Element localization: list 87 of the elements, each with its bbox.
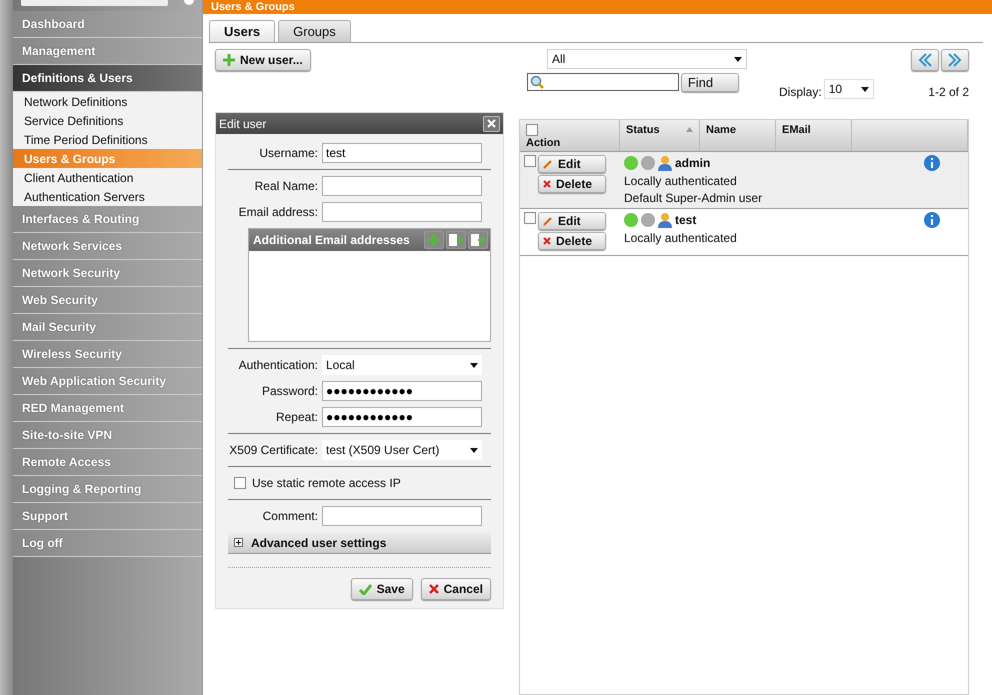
- user-icon: [658, 155, 672, 171]
- field-label: Repeat:: [274, 410, 319, 424]
- checkmark-icon: [358, 584, 372, 594]
- input-field[interactable]: [322, 176, 482, 196]
- tab[interactable]: Users: [209, 20, 276, 42]
- close-button[interactable]: [483, 116, 500, 132]
- field-label: Real Name:: [254, 179, 319, 193]
- column-label: Action: [526, 137, 560, 149]
- status-dot: [641, 156, 655, 170]
- input-field[interactable]: [322, 506, 482, 526]
- advanced-settings-bar[interactable]: Advanced user settings: [228, 532, 491, 554]
- search-field[interactable]: [21, 0, 168, 6]
- edit-button[interactable]: Edit: [538, 212, 606, 230]
- page-range: 1-2 of 2: [928, 85, 969, 99]
- info-icon[interactable]: [924, 155, 940, 171]
- checkbox-label: Use static remote access IP: [252, 476, 401, 490]
- plus-box-icon: [234, 538, 243, 547]
- input-field[interactable]: test: [322, 143, 482, 163]
- sidebar-section[interactable]: Definitions & Users: [13, 65, 202, 92]
- column-header[interactable]: Name: [700, 120, 776, 151]
- info-icon[interactable]: [924, 212, 940, 228]
- row-checkbox[interactable]: [524, 212, 536, 224]
- user-name: test: [675, 213, 696, 227]
- next-page-button[interactable]: [941, 49, 969, 71]
- user-icon: [658, 212, 672, 228]
- field-label: Authentication:: [238, 358, 319, 372]
- document-arrow-icon: [449, 234, 463, 246]
- cross-icon: [428, 584, 439, 594]
- export-button[interactable]: [468, 231, 488, 249]
- close-icon: [487, 119, 496, 128]
- caret-icon: [734, 56, 742, 62]
- tab[interactable]: Groups: [278, 20, 351, 42]
- pencil-icon: [543, 216, 553, 226]
- caret-icon: [470, 448, 478, 452]
- delete-button[interactable]: Delete: [538, 232, 606, 250]
- sort-arrow-icon: [686, 127, 693, 132]
- user-detail: Locally authenticated: [624, 231, 738, 245]
- pencil-icon: [543, 159, 553, 169]
- new-user-button[interactable]: New user...: [215, 49, 311, 71]
- input-field[interactable]: [322, 202, 482, 222]
- dropdown[interactable]: Local: [322, 355, 482, 375]
- import-button[interactable]: [446, 231, 466, 249]
- sidebar-item[interactable]: Client Authentication: [13, 168, 202, 187]
- search-field[interactable]: [527, 73, 679, 91]
- row-checkbox[interactable]: [524, 155, 536, 167]
- field-label: Comment:: [262, 509, 319, 523]
- sidebar-item[interactable]: Network Definitions: [13, 92, 202, 111]
- save-button[interactable]: Save: [350, 578, 413, 600]
- double-chevron-right-icon: [948, 53, 962, 67]
- field-label: Username:: [258, 146, 319, 160]
- user-name: admin: [675, 156, 710, 170]
- input-field[interactable]: ●●●●●●●●●●●●: [322, 407, 482, 427]
- display-dropdown[interactable]: 10: [824, 79, 874, 99]
- dropdown[interactable]: test (X509 User Cert): [322, 440, 482, 460]
- column-header[interactable]: EMail: [776, 120, 852, 151]
- field-label: X509 Certificate:: [228, 443, 319, 457]
- user-detail: Default Super-Admin user: [624, 191, 764, 205]
- double-chevron-left-icon: [918, 53, 932, 67]
- edit-button[interactable]: Edit: [538, 155, 606, 173]
- sidebar-item[interactable]: Time Period Definitions: [13, 130, 202, 149]
- field-label: Email address:: [238, 205, 319, 219]
- sidebar-item[interactable]: Authentication Servers: [13, 187, 202, 206]
- user-detail: Locally authenticated: [624, 174, 738, 188]
- field-label: Password:: [260, 384, 319, 398]
- list-title: Additional Email addresses: [253, 233, 410, 247]
- document-arrow-icon: [471, 234, 485, 246]
- caret-icon: [860, 86, 869, 92]
- plus-icon: [428, 234, 440, 246]
- input-field[interactable]: ●●●●●●●●●●●●: [322, 381, 482, 401]
- sidebar-item[interactable]: Service Definitions: [13, 111, 202, 130]
- caret-icon: [470, 362, 478, 368]
- panel-title: Edit user: [219, 116, 266, 130]
- cancel-button[interactable]: Cancel: [420, 578, 491, 600]
- plus-icon: [223, 54, 235, 66]
- page-title: Users & Groups: [203, 0, 992, 14]
- status-dot: [641, 213, 655, 227]
- display-label: Display:: [779, 85, 822, 99]
- cross-icon: [543, 180, 551, 188]
- cross-icon: [543, 237, 551, 245]
- column-header[interactable]: Status: [620, 120, 700, 151]
- search-icon: [530, 75, 544, 89]
- previous-page-button[interactable]: [911, 49, 939, 71]
- select-all-checkbox[interactable]: [526, 124, 538, 136]
- filter-dropdown[interactable]: All: [547, 49, 747, 69]
- delete-button[interactable]: Delete: [538, 175, 606, 193]
- find-button[interactable]: Find: [680, 73, 739, 92]
- checkbox[interactable]: [234, 477, 246, 489]
